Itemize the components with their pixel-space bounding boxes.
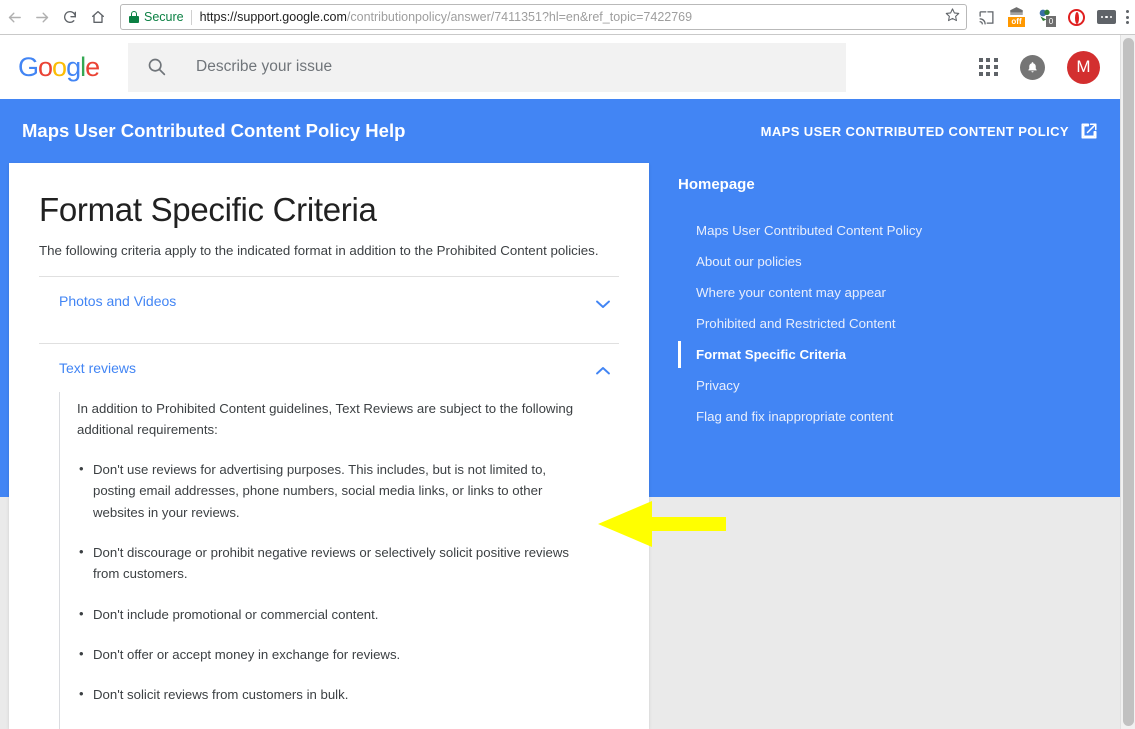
- forward-arrow-icon: [34, 9, 51, 26]
- search-placeholder: Describe your issue: [196, 58, 332, 76]
- star-icon[interactable]: [937, 7, 960, 27]
- security-label: Secure: [144, 10, 184, 24]
- sidebar-item-privacy[interactable]: Privacy: [660, 370, 1100, 401]
- accordion-text-reviews-body: In addition to Prohibited Content guidel…: [59, 392, 619, 729]
- ublock-status-label: off: [1008, 17, 1025, 27]
- url-separator: [191, 10, 192, 25]
- external-link-icon: [1080, 122, 1098, 140]
- accordion-text-reviews[interactable]: Text reviews: [39, 344, 619, 392]
- article-subtitle: The following criteria apply to the indi…: [39, 243, 619, 258]
- list-item: Don't offer or accept money in exchange …: [77, 644, 582, 665]
- sidebar-item-maps-user-contributed-content-policy[interactable]: Maps User Contributed Content Policy: [660, 215, 1100, 246]
- logo-letter-g: g: [66, 52, 80, 82]
- sidebar-item-where-your-content-may-appear[interactable]: Where your content may appear: [660, 277, 1100, 308]
- page-scrollbar[interactable]: [1120, 35, 1135, 729]
- logo-letter-o1: o: [38, 52, 52, 82]
- url-text: https://support.google.com/contributionp…: [200, 10, 692, 24]
- home-icon: [90, 9, 106, 25]
- google-support-header: Google Describe your issue M: [0, 35, 1120, 99]
- opera-icon[interactable]: [1067, 8, 1086, 27]
- sidebar-item-flag-and-fix-inappropriate-content[interactable]: Flag and fix inappropriate content: [660, 401, 1100, 432]
- lock-icon: [129, 11, 139, 23]
- bell-icon[interactable]: [1020, 55, 1045, 80]
- cast-icon[interactable]: [977, 8, 996, 27]
- text-reviews-bullet-list: Don't use reviews for advertising purpos…: [77, 459, 619, 706]
- header-actions: M: [979, 51, 1120, 84]
- extension-dots-icon[interactable]: [1097, 8, 1116, 27]
- apps-grid-icon[interactable]: [979, 58, 998, 77]
- logo-letter-o2: o: [52, 52, 66, 82]
- sidebar-nav: Homepage Maps User Contributed Content P…: [660, 163, 1100, 432]
- back-arrow-icon: [6, 9, 23, 26]
- reload-icon: [62, 9, 78, 25]
- sidebar-list: Maps User Contributed Content Policy Abo…: [660, 215, 1100, 432]
- logo-letter-e: e: [85, 52, 99, 82]
- chevron-down-icon: [595, 296, 611, 306]
- list-item: Don't use reviews for advertising purpos…: [77, 459, 582, 523]
- extension-icons: off 0: [973, 7, 1124, 27]
- list-item: Don't solicit reviews from customers in …: [77, 684, 582, 705]
- policy-link-label: MAPS USER CONTRIBUTED CONTENT POLICY: [761, 124, 1069, 139]
- reload-button[interactable]: [56, 3, 84, 31]
- browser-toolbar: Secure https://support.google.com/contri…: [0, 0, 1135, 35]
- accordion-label: Photos and Videos: [59, 293, 176, 309]
- list-item: Don't include promotional or commercial …: [77, 604, 582, 625]
- sidebar-heading[interactable]: Homepage: [678, 176, 1100, 193]
- scrollbar-thumb[interactable]: [1123, 38, 1134, 726]
- accordion-photos-and-videos[interactable]: Photos and Videos: [39, 277, 619, 325]
- google-logo[interactable]: Google: [18, 52, 100, 83]
- product-header-bar: Maps User Contributed Content Policy Hel…: [0, 99, 1120, 163]
- tampermonkey-icon[interactable]: 0: [1037, 7, 1056, 27]
- home-button[interactable]: [84, 3, 112, 31]
- ublock-shield-icon: [1008, 7, 1025, 16]
- forward-button[interactable]: [28, 3, 56, 31]
- url-host: https://support.google.com: [200, 10, 347, 24]
- sidebar-item-about-our-policies[interactable]: About our policies: [660, 246, 1100, 277]
- avatar[interactable]: M: [1067, 51, 1100, 84]
- url-path: /contributionpolicy/answer/7411351?hl=en…: [347, 10, 692, 24]
- back-button[interactable]: [0, 3, 28, 31]
- logo-letter-G: G: [18, 52, 38, 82]
- kebab-menu-icon[interactable]: [1124, 10, 1135, 24]
- article-card: Format Specific Criteria The following c…: [9, 163, 649, 729]
- policy-external-link[interactable]: MAPS USER CONTRIBUTED CONTENT POLICY: [761, 122, 1098, 140]
- list-item: Don't discourage or prohibit negative re…: [77, 542, 582, 585]
- sidebar-item-format-specific-criteria[interactable]: Format Specific Criteria: [660, 339, 1100, 370]
- search-input[interactable]: Describe your issue: [128, 43, 846, 92]
- accordion-label: Text reviews: [59, 360, 136, 376]
- tampermonkey-count-badge: 0: [1046, 16, 1056, 27]
- chevron-up-icon: [595, 363, 611, 373]
- search-icon: [146, 56, 168, 78]
- ublock-origin-icon[interactable]: off: [1007, 7, 1026, 27]
- page-title: Maps User Contributed Content Policy Hel…: [22, 120, 405, 142]
- article-title: Format Specific Criteria: [39, 191, 619, 229]
- text-reviews-intro: In addition to Prohibited Content guidel…: [77, 398, 577, 441]
- address-bar[interactable]: Secure https://support.google.com/contri…: [120, 4, 967, 30]
- sidebar-item-prohibited-and-restricted-content[interactable]: Prohibited and Restricted Content: [660, 308, 1100, 339]
